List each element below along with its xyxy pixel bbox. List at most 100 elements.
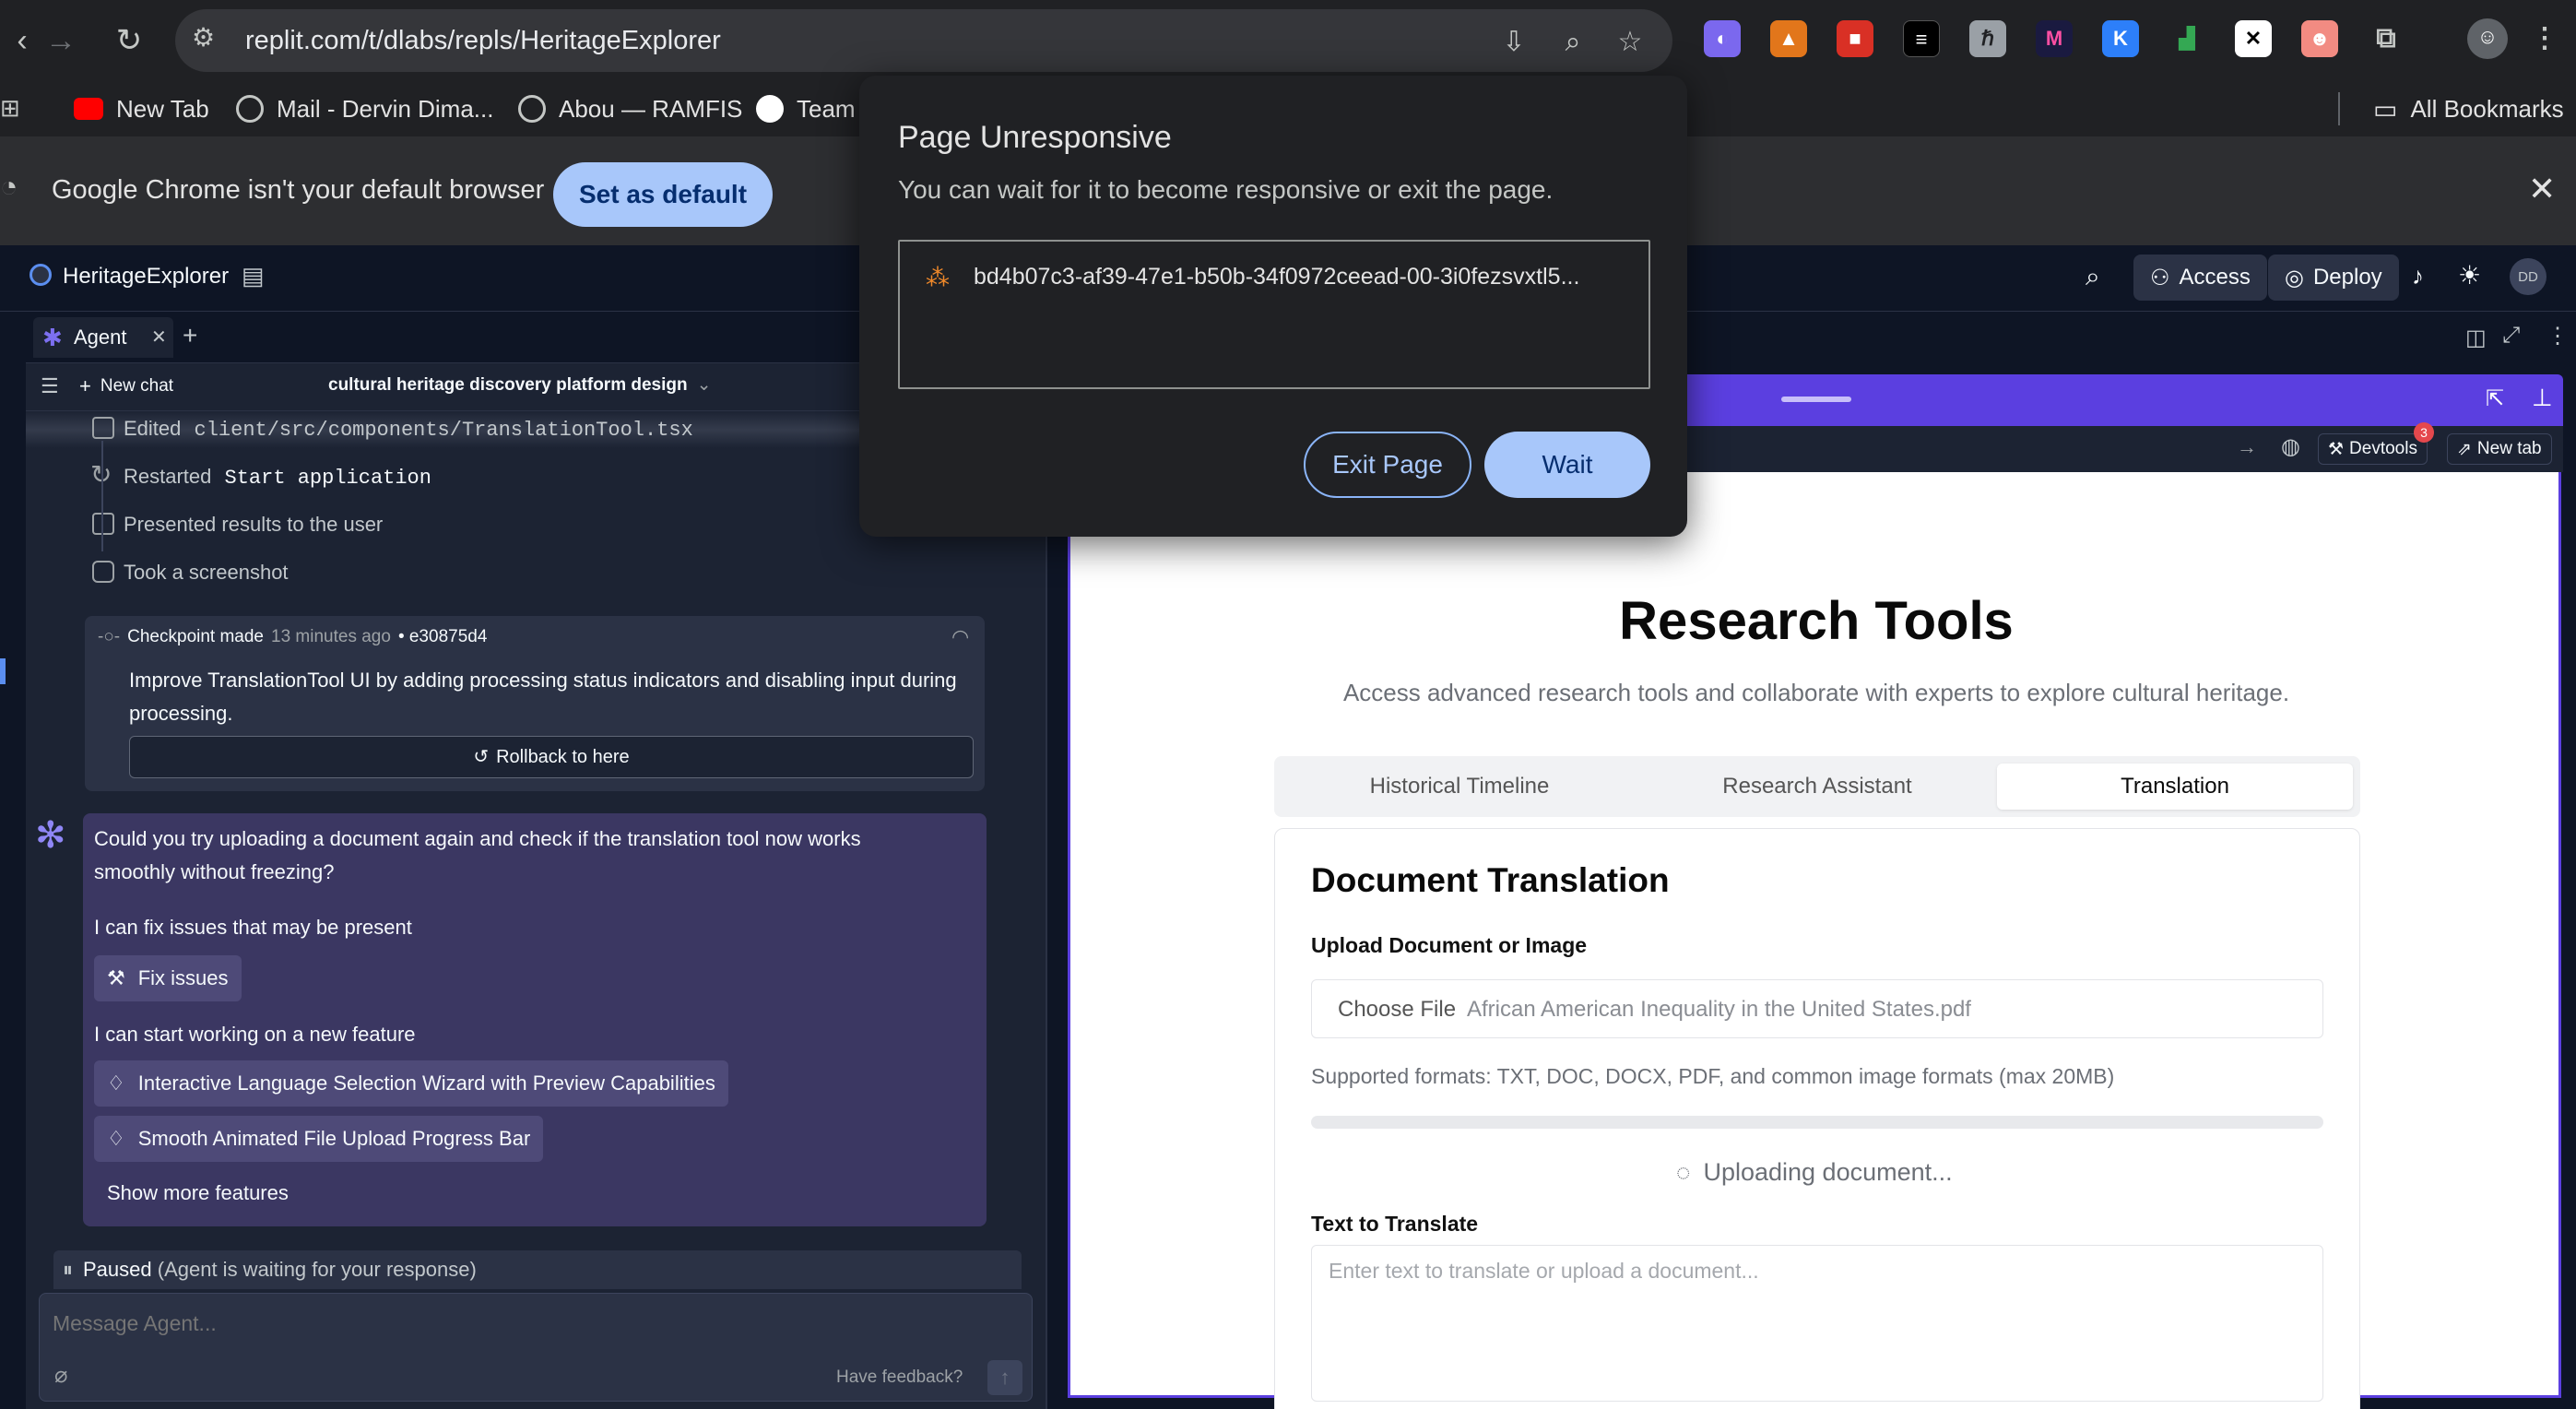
install-app-icon[interactable]: ⇩: [1495, 24, 1532, 61]
uploading-status: ◌ Uploading document...: [1676, 1158, 1953, 1187]
bookmark-new-tab[interactable]: New Tab: [74, 89, 209, 129]
feature-suggestion[interactable]: ♢ Interactive Language Selection Wizard …: [94, 1060, 728, 1107]
address-bar[interactable]: ⚙ replit.com/t/dlabs/repls/HeritageExplo…: [175, 9, 1672, 72]
extension-lock-icon[interactable]: ■: [1837, 20, 1873, 57]
tab-translation[interactable]: Translation: [1997, 764, 2353, 810]
rollback-icon: ↺: [473, 747, 490, 767]
deploy-button[interactable]: ◎ Deploy: [2268, 255, 2399, 301]
paused-detail: (Agent is waiting for your response): [157, 1258, 477, 1281]
agent-message: Could you try uploading a document again…: [83, 813, 987, 1226]
step-presented: Presented results to the user: [124, 513, 384, 536]
forward-icon[interactable]: →: [39, 18, 83, 63]
chrome-logo-icon: ◔: [0, 170, 18, 203]
unresponsive-page-item[interactable]: bd4b07c3-af39-47e1-b50b-34f0972ceead-00-…: [974, 264, 1579, 290]
close-tab-icon[interactable]: ✕: [151, 317, 167, 358]
textarea-placeholder: Enter text to translate or upload a docu…: [1329, 1259, 1759, 1283]
file-input[interactable]: Choose File African American Inequality …: [1311, 979, 2323, 1038]
chat-list-icon[interactable]: ☰: [41, 374, 59, 398]
fix-issues-button[interactable]: ⚒ Fix issues: [94, 955, 242, 1001]
active-indicator: [0, 658, 6, 684]
chrome-menu-icon[interactable]: ⋮: [2526, 20, 2563, 57]
popout-icon[interactable]: ⇱: [2486, 385, 2504, 412]
page-subtitle: Access advanced research tools and colla…: [1342, 679, 2290, 706]
all-bookmarks-label: All Bookmarks: [2410, 94, 2564, 123]
bookmark-abou[interactable]: Abou — RAMFIS: [518, 89, 742, 129]
page-unresponsive-dialog: Page Unresponsive You can wait for it to…: [859, 76, 1687, 537]
show-more-features-link[interactable]: Show more features: [107, 1177, 289, 1210]
all-bookmarks[interactable]: ▭ All Bookmarks: [2373, 89, 2564, 129]
bookmark-mail[interactable]: Mail - Dervin Dima...: [236, 89, 493, 129]
message-input[interactable]: [53, 1305, 1011, 1342]
exit-page-button[interactable]: Exit Page: [1304, 432, 1471, 498]
plus-icon: +: [79, 374, 91, 397]
bell-icon[interactable]: ♪: [2412, 262, 2424, 290]
access-button[interactable]: ⚇ Access: [2133, 255, 2267, 301]
more-options-icon[interactable]: ⋮: [2546, 323, 2569, 349]
checkpoint-time: 13 minutes ago: [271, 627, 391, 646]
palette-icon[interactable]: ◍: [2281, 433, 2300, 460]
camera-icon: [92, 561, 114, 583]
extension-avatars-icon[interactable]: ☻: [2301, 20, 2338, 57]
apps-grid-icon[interactable]: ⊞: [0, 94, 20, 135]
extension-chart-icon[interactable]: ▟: [2168, 20, 2205, 57]
send-button[interactable]: ↑: [987, 1360, 1022, 1395]
bookmark-star-icon[interactable]: ☆: [1612, 24, 1648, 61]
extension-k-icon[interactable]: K: [2102, 20, 2139, 57]
extension-metamask-icon[interactable]: ▲: [1770, 20, 1807, 57]
expand-icon[interactable]: ⤢: [2502, 323, 2520, 349]
bookmark-team[interactable]: Team: [756, 89, 856, 129]
extensions-puzzle-icon[interactable]: ⧉: [2368, 20, 2405, 57]
search-icon[interactable]: ⌕: [2086, 262, 2100, 292]
card-title: Document Translation: [1311, 861, 1670, 899]
checkpoint-hash[interactable]: • e30875d4: [398, 627, 487, 647]
user-avatar[interactable]: DD: [2510, 258, 2546, 295]
tab-historical-timeline[interactable]: Historical Timeline: [1282, 764, 1637, 810]
back-icon[interactable]: ‹: [0, 18, 44, 63]
feedback-link[interactable]: Have feedback?: [836, 1368, 963, 1388]
agent-icon: ✱: [42, 324, 63, 351]
feature-suggestion[interactable]: ♢ Smooth Animated File Upload Progress B…: [94, 1116, 544, 1162]
wait-button[interactable]: Wait: [1484, 432, 1650, 498]
site-settings-icon[interactable]: ⚙: [192, 22, 215, 53]
profile-avatar[interactable]: ☺: [2467, 18, 2508, 59]
step-edited: Edited client/src/components/Translation…: [124, 417, 693, 442]
project-name[interactable]: HeritageExplorer: [63, 264, 229, 290]
close-icon[interactable]: ✕: [2528, 170, 2556, 208]
wrench-icon: ⚒: [107, 966, 125, 989]
edit-file-icon: [92, 417, 114, 439]
translate-textarea[interactable]: Enter text to translate or upload a docu…: [1311, 1245, 2323, 1402]
new-tab-button[interactable]: ⇗ New tab: [2447, 433, 2552, 465]
new-chat-button[interactable]: + New chat: [79, 374, 173, 398]
drag-handle[interactable]: [1781, 397, 1851, 402]
attachment-icon[interactable]: ⌀: [54, 1362, 67, 1389]
extension-list-icon[interactable]: ≡: [1903, 20, 1940, 57]
step-detail[interactable]: client/src/components/TranslationTool.ts…: [195, 419, 693, 442]
go-arrow-icon[interactable]: →: [2237, 435, 2257, 459]
add-tab-icon[interactable]: +: [183, 321, 197, 350]
gauge-icon[interactable]: ◠: [951, 625, 969, 649]
rollback-button[interactable]: ↺ Rollback to here: [129, 736, 974, 778]
tab-agent[interactable]: ✱ Agent ✕: [33, 317, 173, 358]
project-info-icon[interactable]: ▤: [242, 262, 265, 290]
pin-icon[interactable]: ⊥: [2532, 384, 2553, 412]
reload-icon[interactable]: ↻: [107, 18, 151, 63]
extension-mz-icon[interactable]: M: [2036, 20, 2073, 57]
upload-label: Upload Document or Image: [1311, 933, 1588, 957]
left-tool-strip: [0, 312, 26, 1409]
extension-h-icon[interactable]: ℏ: [1969, 20, 2006, 57]
zoom-icon[interactable]: ⌕: [1554, 24, 1591, 61]
devtools-button[interactable]: ⚒ Devtools: [2318, 433, 2428, 465]
choose-file-button[interactable]: Choose File: [1338, 997, 1456, 1023]
split-view-icon[interactable]: ◫: [2465, 325, 2487, 351]
extension-ghost-icon[interactable]: ◐: [1704, 20, 1741, 57]
message-composer: ⌀ Have feedback? ↑: [39, 1293, 1033, 1402]
new-tab-label: New tab: [2476, 439, 2542, 458]
step-verb: Restarted: [124, 465, 212, 488]
set-default-button[interactable]: Set as default: [553, 162, 773, 227]
step-screenshot: Took a screenshot: [124, 561, 289, 584]
supported-formats: Supported formats: TXT, DOC, DOCX, PDF, …: [1311, 1064, 2115, 1088]
extension-x-icon[interactable]: ✕: [2235, 20, 2272, 57]
chat-title-dropdown[interactable]: cultural heritage discovery platform des…: [328, 374, 712, 396]
sun-icon[interactable]: ☀: [2458, 260, 2481, 290]
tab-research-assistant[interactable]: Research Assistant: [1639, 764, 1995, 810]
